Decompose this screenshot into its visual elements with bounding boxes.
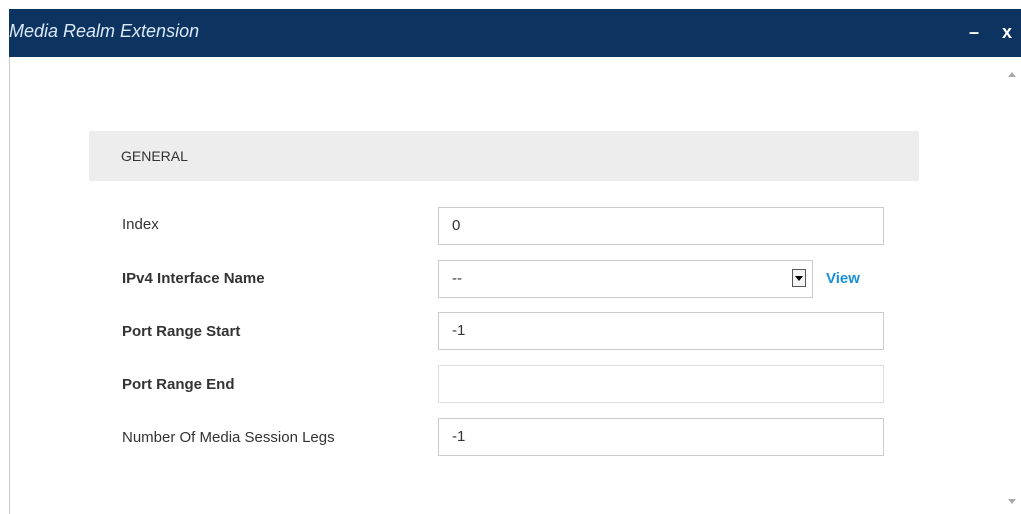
vertical-scrollbar[interactable] bbox=[1003, 57, 1021, 514]
close-button[interactable]: x bbox=[1002, 21, 1012, 43]
media-session-legs-field[interactable]: -1 bbox=[438, 418, 884, 456]
index-label: Index bbox=[122, 216, 159, 233]
ipv4-interface-name-label: IPv4 Interface Name bbox=[122, 270, 265, 287]
port-range-start-field[interactable]: -1 bbox=[438, 312, 884, 350]
port-range-end-field[interactable] bbox=[438, 365, 884, 403]
minimize-button[interactable]: – bbox=[969, 21, 979, 43]
media-session-legs-label: Number Of Media Session Legs bbox=[122, 429, 335, 446]
view-link[interactable]: View bbox=[826, 270, 860, 287]
dialog-title: Media Realm Extension bbox=[9, 21, 200, 41]
port-range-start-value: -1 bbox=[452, 322, 466, 339]
scroll-down-icon[interactable] bbox=[1008, 499, 1016, 504]
index-field[interactable]: 0 bbox=[438, 207, 884, 245]
ipv4-interface-name-value: -- bbox=[452, 270, 462, 287]
section-title: GENERAL bbox=[121, 148, 188, 164]
scroll-up-icon[interactable] bbox=[1008, 72, 1016, 77]
index-value: 0 bbox=[452, 217, 461, 234]
port-range-start-label: Port Range Start bbox=[122, 323, 241, 340]
dialog-border bbox=[9, 57, 10, 514]
ipv4-interface-name-select[interactable]: -- bbox=[438, 260, 813, 298]
port-range-end-label: Port Range End bbox=[122, 376, 235, 393]
media-session-legs-value: -1 bbox=[452, 428, 466, 445]
dropdown-arrow-icon[interactable] bbox=[792, 269, 806, 287]
dialog-titlebar: Media Realm Extension – x bbox=[9, 9, 1021, 57]
general-section-header: GENERAL bbox=[89, 131, 919, 181]
